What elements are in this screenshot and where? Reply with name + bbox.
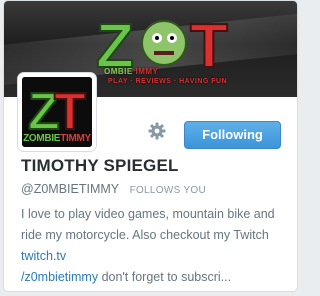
bio-link-twitch[interactable]: twitch.tv bbox=[21, 249, 66, 263]
avatar-label-red: TIMMY bbox=[60, 133, 91, 144]
profile-card: Z T OMBIE IMMY PLAY · REVIEWS · HAVING F… bbox=[3, 0, 298, 292]
avatar-label: ZOMBIETIMMY bbox=[22, 133, 92, 144]
following-button[interactable]: Following bbox=[184, 121, 281, 149]
bio-text-2: don't forget to subscri... bbox=[98, 270, 232, 284]
avatar[interactable]: Z T ZOMBIETIMMY bbox=[18, 73, 96, 151]
profile-handle[interactable]: @Z0MBIETIMMY bbox=[21, 182, 119, 196]
banner-tagline-immy: IMMY bbox=[135, 67, 159, 76]
profile-bio: I love to play video games, mountain bik… bbox=[21, 204, 291, 288]
banner-tagline-sub: PLAY · REVIEWS · HAVING FUN bbox=[108, 78, 228, 85]
banner-tagline: OMBIE IMMY PLAY · REVIEWS · HAVING FUN bbox=[104, 67, 274, 85]
gear-icon[interactable] bbox=[148, 122, 166, 140]
bio-link-twitch-path[interactable]: /z0mbietimmy bbox=[21, 270, 98, 284]
follows-you-badge: FOLLOWS YOU bbox=[129, 185, 207, 196]
handle-row: @Z0MBIETIMMY FOLLOWS YOU bbox=[21, 180, 206, 198]
banner-tagline-ombie: OMBIE bbox=[104, 67, 133, 76]
avatar-label-green: ZOMBIE bbox=[23, 133, 61, 144]
avatar-image: Z T ZOMBIETIMMY bbox=[22, 77, 92, 147]
bio-text-1: I love to play video games, mountain bik… bbox=[21, 207, 275, 242]
profile-name[interactable]: TIMOTHY SPIEGEL bbox=[21, 156, 179, 176]
